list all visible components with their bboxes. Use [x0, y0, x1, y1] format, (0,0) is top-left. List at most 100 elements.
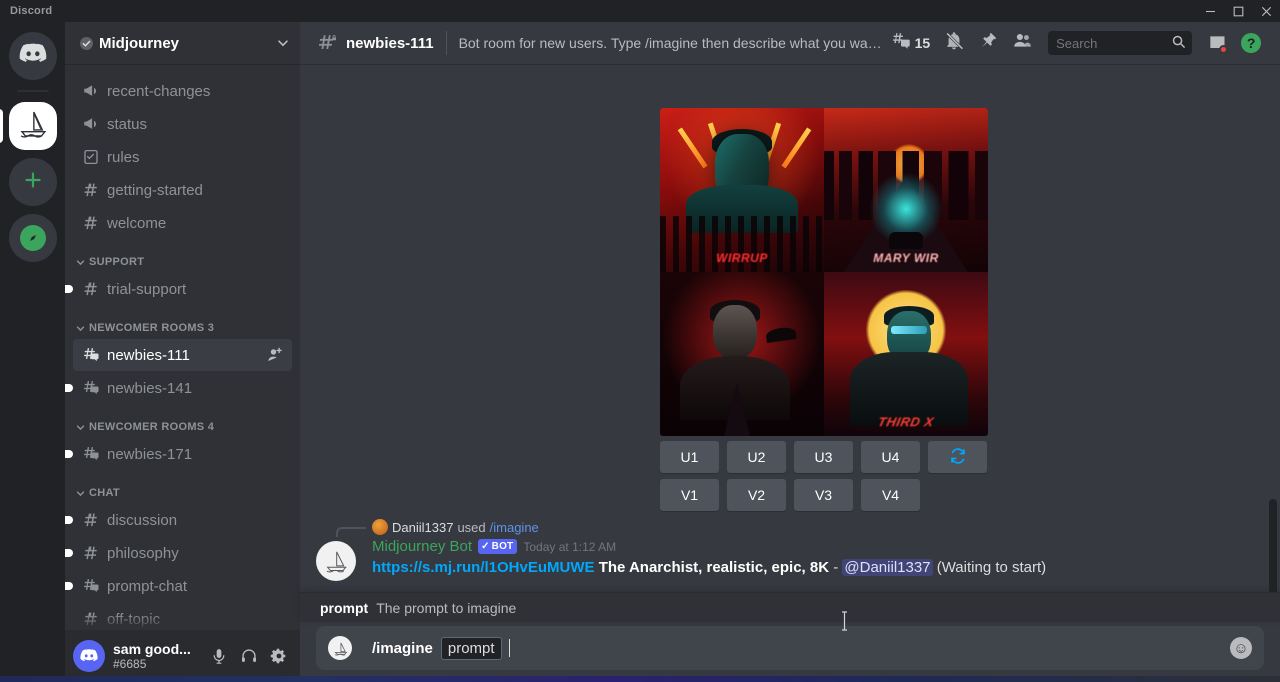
- add-member-icon[interactable]: [266, 346, 284, 364]
- used-command[interactable]: /imagine: [490, 520, 539, 535]
- minimize-button[interactable]: [1196, 0, 1224, 22]
- channel-name: welcome: [107, 215, 284, 232]
- rail-separator: [17, 90, 49, 92]
- hash-thread-icon: [81, 345, 101, 365]
- reroll-button[interactable]: [928, 441, 987, 473]
- main-panel: newbies-111 Bot room for new users. Type…: [300, 22, 1280, 682]
- window-controls: [1196, 0, 1280, 22]
- hash-thread-icon: [81, 576, 101, 596]
- channel-topic[interactable]: Bot room for new users. Type /imagine th…: [459, 35, 884, 51]
- upscale-3[interactable]: U3: [794, 441, 853, 473]
- bot-name[interactable]: Midjourney Bot: [372, 538, 472, 555]
- variation-4[interactable]: V4: [861, 479, 920, 511]
- title-bar: Discord: [0, 0, 1280, 22]
- server-discord-home[interactable]: [9, 32, 57, 80]
- search-input[interactable]: Search: [1048, 31, 1192, 55]
- hash-icon: [81, 609, 101, 629]
- emoji-icon[interactable]: ☺: [1230, 637, 1252, 659]
- server-rail: [0, 22, 65, 682]
- category-newcomer-rooms-3[interactable]: NEWCOMER ROOMS 3: [65, 306, 300, 338]
- user-mention[interactable]: @Daniil1337: [842, 559, 932, 576]
- sidebar-channel-prompt-chat[interactable]: prompt-chat: [73, 570, 292, 602]
- upscale-1[interactable]: U1: [660, 441, 719, 473]
- composer-bot-avatar: [328, 636, 352, 660]
- sailboat-icon: [16, 107, 50, 146]
- announcement-icon: [81, 81, 101, 101]
- variation-3[interactable]: V3: [794, 479, 853, 511]
- sidebar-channel-getting-started[interactable]: getting-started: [73, 174, 292, 206]
- microphone-icon[interactable]: [206, 643, 232, 669]
- pinned-messages-button[interactable]: [971, 30, 1005, 56]
- command-used-row: Daniil1337 used /imagine: [300, 519, 1264, 535]
- sidebar-channel-discussion[interactable]: discussion: [73, 504, 292, 536]
- category-newcomer-rooms-4[interactable]: NEWCOMER ROOMS 4: [65, 405, 300, 437]
- composer-option-chip[interactable]: prompt: [441, 637, 502, 660]
- tile-4[interactable]: THIRD X: [824, 272, 988, 436]
- user-identity[interactable]: sam good... #6685: [113, 641, 206, 671]
- command-user-avatar: [372, 519, 388, 535]
- unread-indicator: [65, 549, 73, 557]
- add-server-button[interactable]: [9, 158, 57, 206]
- tile-2-caption: MARY WIR: [824, 251, 988, 265]
- sidebar-channel-off-topic[interactable]: off-topic: [73, 603, 292, 630]
- threads-button[interactable]: 15: [884, 30, 938, 56]
- notification-settings-button[interactable]: [937, 30, 971, 56]
- channel-list[interactable]: recent-changesstatusrulesgetting-started…: [65, 64, 300, 630]
- tile-1[interactable]: WIRRUP: [660, 108, 824, 272]
- message-scrollbar[interactable]: [1269, 499, 1277, 592]
- unread-indicator: [65, 582, 73, 590]
- maximize-button[interactable]: [1224, 0, 1252, 22]
- inbox-button[interactable]: [1200, 30, 1234, 56]
- category-label: NEWCOMER ROOMS 3: [89, 322, 214, 334]
- upscale-4[interactable]: U4: [861, 441, 920, 473]
- tile-2[interactable]: MARY WIR: [824, 108, 988, 272]
- bot-message-header: Midjourney Bot ✓ BOT Today at 1:12 AM: [300, 538, 1264, 555]
- bot-avatar[interactable]: [316, 541, 356, 581]
- sidebar-channel-rules[interactable]: rules: [73, 141, 292, 173]
- close-button[interactable]: [1252, 0, 1280, 22]
- headphones-icon[interactable]: [236, 643, 262, 669]
- server-midjourney[interactable]: [9, 102, 57, 150]
- variation-1[interactable]: V1: [660, 479, 719, 511]
- sidebar-channel-status[interactable]: status: [73, 108, 292, 140]
- used-label: used: [457, 520, 485, 535]
- hash-icon: [81, 213, 101, 233]
- app-title: Discord: [0, 5, 52, 17]
- channel-name: discussion: [107, 512, 284, 529]
- sidebar-channel-newbies-141[interactable]: newbies-141: [73, 372, 292, 404]
- sidebar-channel-philosophy[interactable]: philosophy: [73, 537, 292, 569]
- sidebar-channel-newbies-111[interactable]: newbies-111: [73, 339, 292, 371]
- gear-icon[interactable]: [266, 643, 292, 669]
- upscale-2[interactable]: U2: [727, 441, 786, 473]
- sidebar-channel-welcome[interactable]: welcome: [73, 207, 292, 239]
- job-link[interactable]: https://s.mj.run/l1OHvEuMUWE: [372, 559, 595, 576]
- help-button[interactable]: ?: [1234, 30, 1268, 56]
- category-chat[interactable]: CHAT: [65, 471, 300, 503]
- bot-message: Daniil1337 used /imagine Midjourney Bot …: [300, 519, 1264, 578]
- unread-indicator: [65, 384, 73, 392]
- hash-icon: [81, 510, 101, 530]
- guild-header-button[interactable]: Midjourney: [65, 22, 300, 64]
- message-list[interactable]: WIRRUP MARY WIR THIRD X U1U2U3U4 V1V2V3V…: [300, 64, 1280, 592]
- channel-name: philosophy: [107, 545, 284, 562]
- member-list-button[interactable]: [1005, 30, 1040, 56]
- check-icon: [79, 36, 93, 50]
- category-support[interactable]: SUPPORT: [65, 240, 300, 272]
- sidebar-channel-trial-support[interactable]: trial-support: [73, 273, 292, 305]
- rules-icon: [81, 147, 101, 167]
- command-user-name[interactable]: Daniil1337: [392, 520, 453, 535]
- hash-icon: [81, 279, 101, 299]
- tile-3[interactable]: [660, 272, 824, 436]
- channel-name: newbies-111: [107, 347, 266, 364]
- midjourney-image-grid[interactable]: WIRRUP MARY WIR THIRD X: [660, 108, 988, 436]
- compass-icon: [20, 225, 46, 251]
- variation-2[interactable]: V2: [727, 479, 786, 511]
- sidebar-channel-newbies-171[interactable]: newbies-171: [73, 438, 292, 470]
- sidebar-channel-recent-changes[interactable]: recent-changes: [73, 75, 292, 107]
- avatar[interactable]: [73, 640, 105, 672]
- help-icon: ?: [1241, 33, 1261, 53]
- tile-1-caption: WIRRUP: [660, 251, 824, 265]
- message-composer[interactable]: /imagine prompt ☺: [316, 626, 1264, 670]
- upscale-button-row: U1U2U3U4: [660, 441, 987, 473]
- explore-servers-button[interactable]: [9, 214, 57, 262]
